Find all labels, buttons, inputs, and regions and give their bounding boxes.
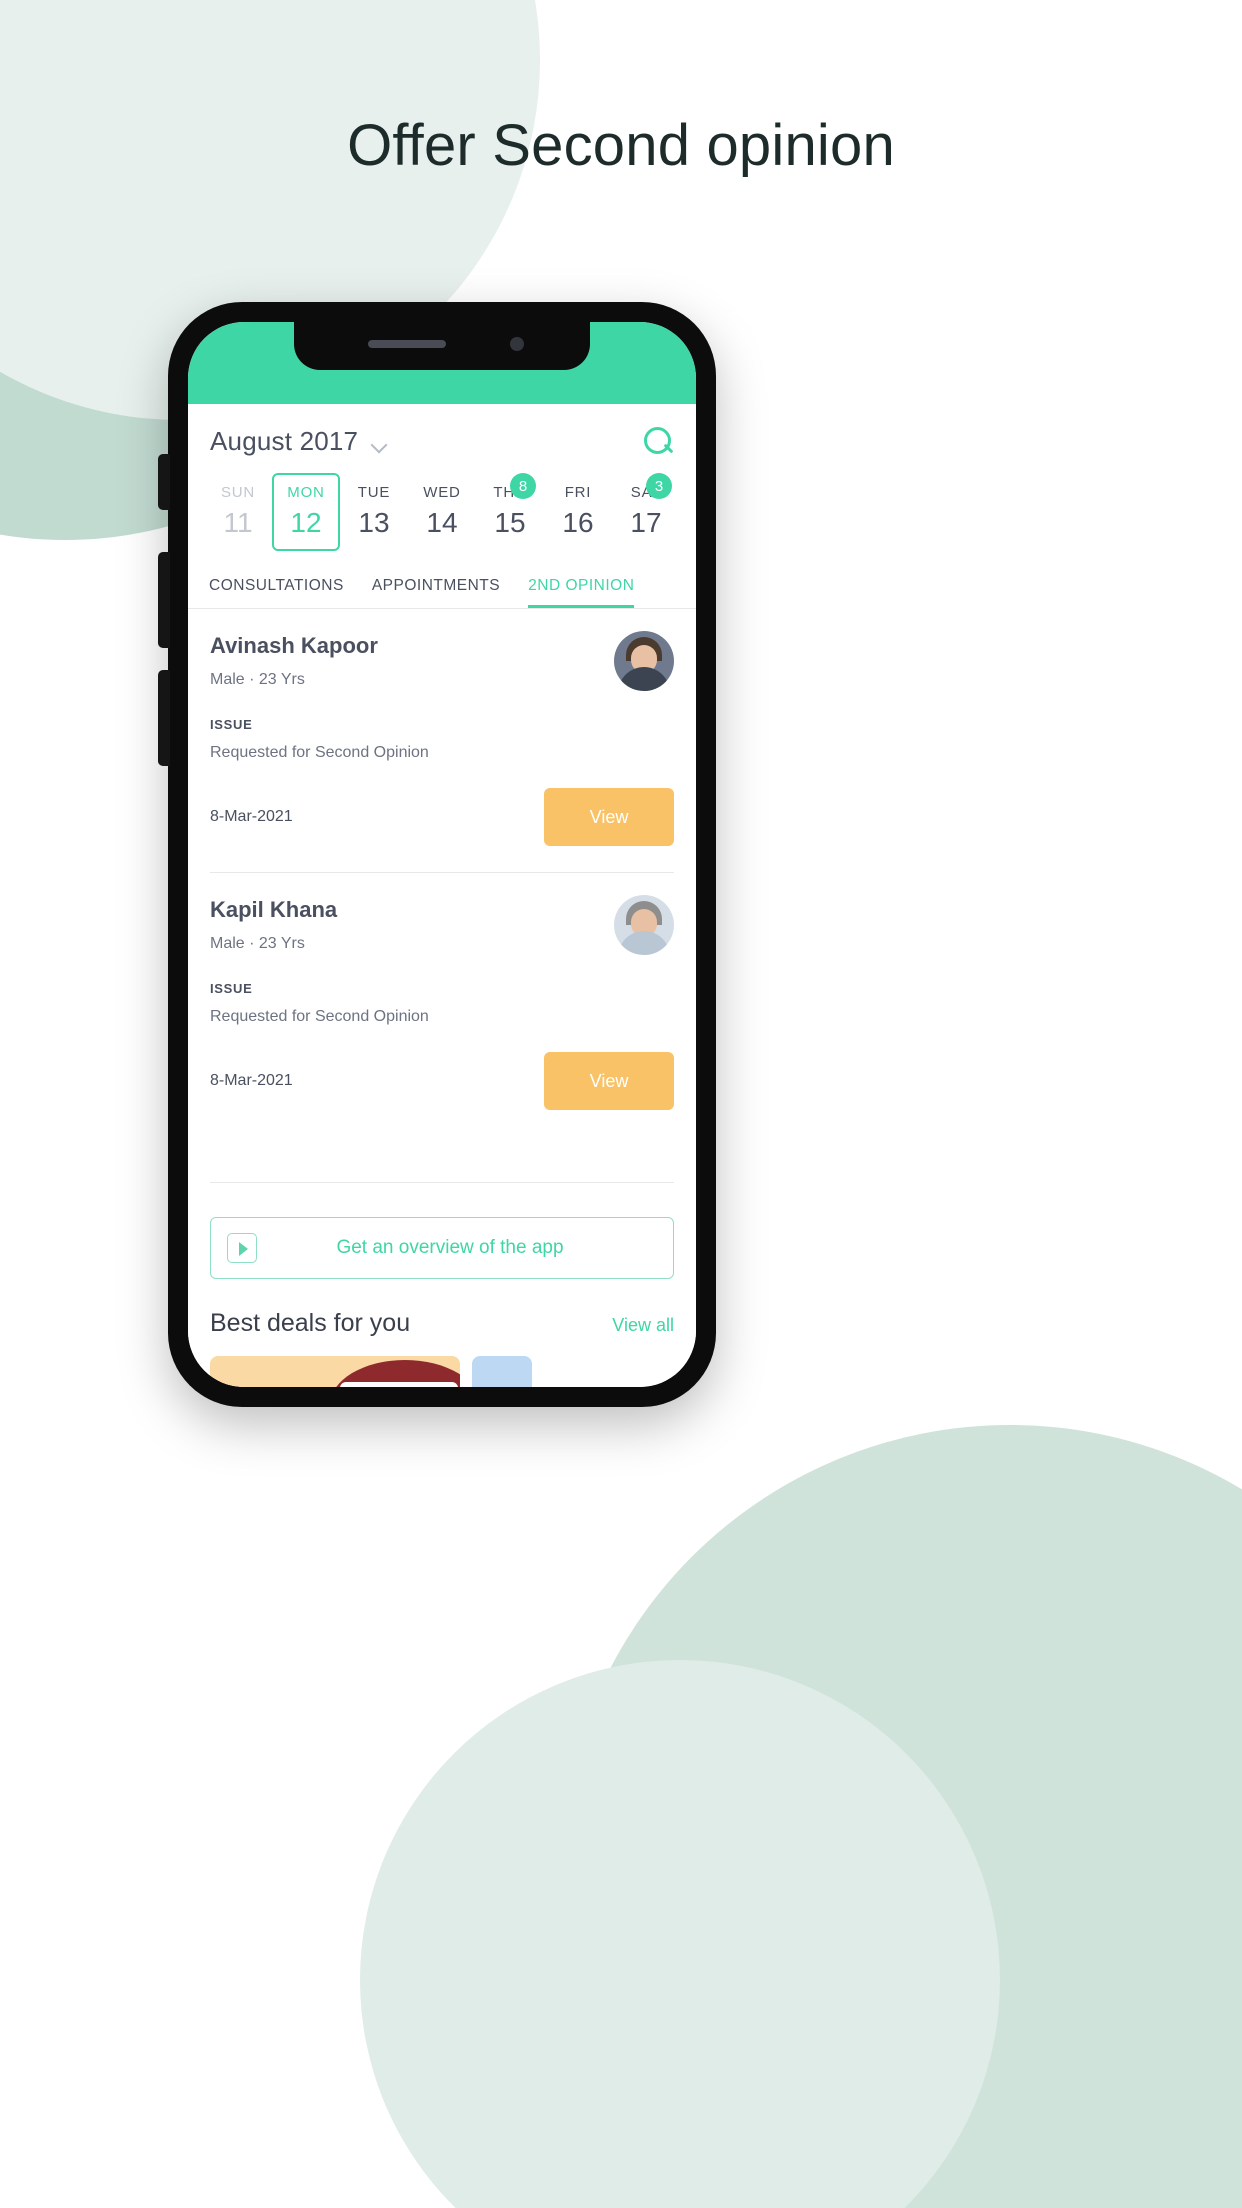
- card-date: 8-Mar-2021: [210, 808, 293, 825]
- day-cell-mon[interactable]: MON 12: [272, 473, 340, 551]
- day-number: 11: [223, 507, 253, 538]
- front-camera-icon: [510, 337, 524, 351]
- day-number: 13: [358, 507, 390, 538]
- deal-card[interactable]: [210, 1356, 460, 1387]
- view-button[interactable]: View: [544, 788, 674, 846]
- phone-volume-down-button: [158, 670, 170, 766]
- day-number: 14: [426, 507, 458, 538]
- card-date: 8-Mar-2021: [210, 1072, 293, 1089]
- app-content: August 2017 SUN 11 MON 12 TUE 13 WED 14 …: [188, 404, 696, 1387]
- avatar: [614, 631, 674, 691]
- phone-screen: August 2017 SUN 11 MON 12 TUE 13 WED 14 …: [188, 322, 696, 1387]
- patient-name: Kapil Khana: [210, 897, 338, 922]
- phone-mute-switch: [158, 454, 170, 510]
- phone-mockup: August 2017 SUN 11 MON 12 TUE 13 WED 14 …: [158, 302, 716, 1407]
- day-of-week-label: TUE: [357, 484, 391, 501]
- tab-appointments[interactable]: APPOINTMENTS: [372, 563, 500, 608]
- avatar-body: [618, 931, 670, 955]
- best-deals-header: Best deals for you View all: [210, 1309, 674, 1338]
- day-cell-sat[interactable]: 3 SAT 17: [612, 473, 680, 551]
- deals-carousel[interactable]: [210, 1356, 696, 1387]
- chevron-down-icon[interactable]: [372, 437, 388, 453]
- patient-meta: Male · 23 Yrs: [210, 935, 305, 952]
- day-cell-fri[interactable]: FRI 16: [544, 473, 612, 551]
- avatar: [614, 895, 674, 955]
- issue-text: Requested for Second Opinion: [210, 1008, 429, 1025]
- card-footer: 8-Mar-2021 View: [210, 788, 674, 846]
- search-icon[interactable]: [644, 426, 674, 457]
- day-cell-wed[interactable]: WED 14: [408, 473, 476, 551]
- page-title: Offer Second opinion: [347, 113, 895, 178]
- tab-second-opinion[interactable]: 2ND OPINION: [528, 563, 635, 608]
- day-number: 15: [494, 507, 526, 538]
- day-of-week-label: SUN: [220, 484, 256, 501]
- avatar-body: [618, 667, 670, 691]
- issue-label: ISSUE: [210, 981, 253, 996]
- patient-name: Avinash Kapoor: [210, 633, 378, 658]
- phone-notch: [294, 322, 590, 370]
- patient-meta: Male · 23 Yrs: [210, 671, 305, 688]
- day-badge-count: 3: [646, 473, 672, 499]
- patient-card[interactable]: Avinash Kapoor Male · 23 Yrs ISSUE Reque…: [188, 609, 696, 846]
- day-badge-count: 8: [510, 473, 536, 499]
- deal-card[interactable]: [472, 1356, 532, 1387]
- phone-volume-up-button: [158, 552, 170, 648]
- issue-text: Requested for Second Opinion: [210, 744, 429, 761]
- month-label: August 2017: [210, 426, 359, 456]
- day-cell-sun[interactable]: SUN 11: [204, 473, 272, 551]
- view-button[interactable]: View: [544, 1052, 674, 1110]
- play-icon: [227, 1233, 257, 1263]
- overview-label: Get an overview of the app: [336, 1237, 564, 1258]
- earpiece-speaker: [368, 340, 446, 348]
- tab-bar: CONSULTATIONS APPOINTMENTS 2ND OPINION: [188, 563, 696, 609]
- day-cell-tue[interactable]: TUE 13: [340, 473, 408, 551]
- screenshot-root: Offer Second opinion August 2017 SUN 11 …: [0, 0, 1242, 2208]
- day-number: 12: [290, 507, 322, 538]
- app-header: August 2017: [188, 404, 696, 457]
- best-deals-title: Best deals for you: [210, 1309, 411, 1337]
- day-number: 17: [630, 507, 662, 538]
- app-overview-banner[interactable]: Get an overview of the app: [210, 1217, 674, 1279]
- day-of-week-label: MON: [287, 484, 325, 501]
- deal-image-teeth: [340, 1382, 458, 1387]
- day-of-week-label: FRI: [564, 484, 592, 501]
- view-all-link[interactable]: View all: [612, 1315, 674, 1336]
- tab-consultations[interactable]: CONSULTATIONS: [209, 563, 344, 608]
- day-number: 16: [562, 507, 594, 538]
- patient-card[interactable]: Kapil Khana Male · 23 Yrs ISSUE Requeste…: [188, 873, 696, 1110]
- day-of-week-label: WED: [423, 484, 461, 501]
- section-divider: [210, 1182, 674, 1183]
- day-cell-thu[interactable]: 8 THU 15: [476, 473, 544, 551]
- issue-label: ISSUE: [210, 717, 253, 732]
- card-footer: 8-Mar-2021 View: [210, 1052, 674, 1110]
- week-strip: SUN 11 MON 12 TUE 13 WED 14 8 THU 15 FRI…: [188, 457, 696, 557]
